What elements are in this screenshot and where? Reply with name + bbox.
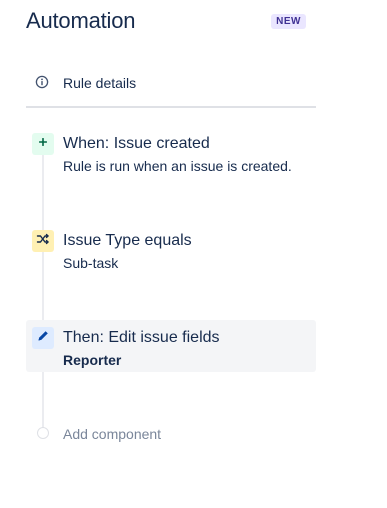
step-title: Then: Edit issue fields — [63, 329, 220, 346]
step-subtitle: Sub-task — [63, 255, 119, 271]
action-icon-box — [32, 327, 54, 349]
step-subtitle: Reporter — [63, 352, 122, 368]
rule-details-item[interactable]: Rule details — [26, 66, 316, 100]
pencil-icon — [36, 329, 50, 348]
condition-icon-box — [32, 230, 54, 252]
automation-header: Automation NEW — [26, 8, 316, 36]
step-title: When: Issue created — [63, 135, 210, 152]
action-step[interactable]: Then: Edit issue fields Reporter — [26, 320, 316, 372]
timeline-line — [42, 150, 44, 428]
shuffle-icon — [36, 232, 50, 251]
add-component-label: Add component — [63, 426, 162, 442]
trigger-step[interactable]: When: Issue created Rule is run when an … — [26, 126, 316, 178]
plus-icon — [37, 135, 49, 153]
condition-step[interactable]: Issue Type equals Sub-task — [26, 223, 316, 275]
add-component-circle-icon — [37, 427, 49, 439]
divider — [26, 106, 316, 108]
trigger-icon-box — [32, 133, 54, 155]
add-component-button[interactable]: Add component — [26, 420, 316, 448]
rule-details-label: Rule details — [63, 75, 137, 91]
step-title: Issue Type equals — [63, 232, 192, 249]
step-subtitle: Rule is run when an issue is created. — [63, 158, 292, 174]
page-title: Automation — [26, 8, 136, 33]
new-badge: NEW — [271, 14, 306, 29]
info-icon — [35, 75, 49, 89]
